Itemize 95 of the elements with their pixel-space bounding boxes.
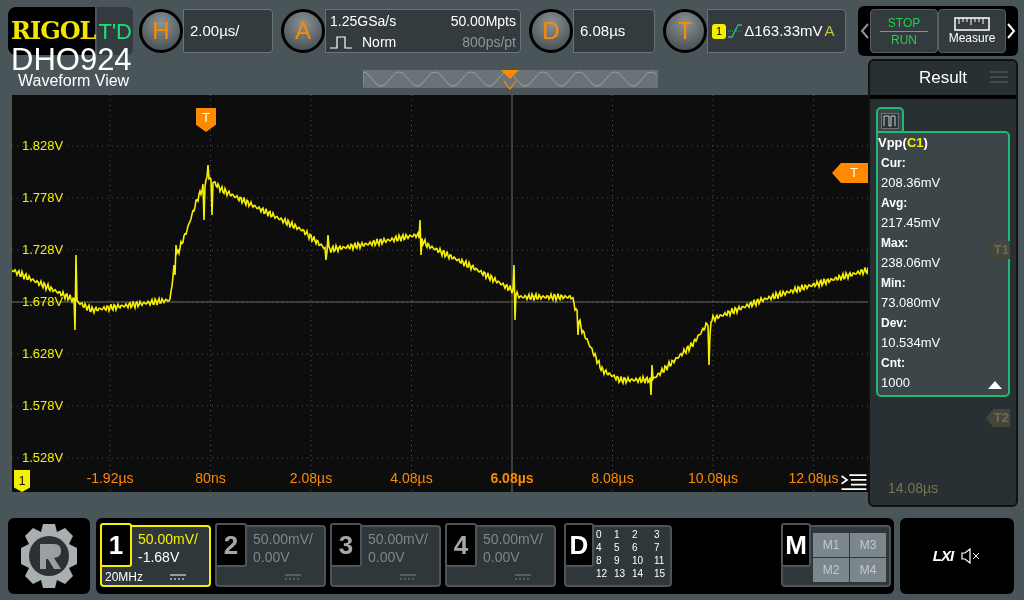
stat-value: 217.45mV <box>881 214 941 232</box>
time-label: 8.08µs <box>591 470 634 486</box>
bit-label: 8 <box>596 554 603 567</box>
bit-label: 2 <box>632 528 639 541</box>
bit-label: 10 <box>632 554 645 567</box>
digital-key: D <box>564 523 594 567</box>
channel-number: 3 <box>330 523 362 567</box>
lxi-label: LXI <box>932 545 954 566</box>
dc-coupling-icon <box>170 574 186 580</box>
bit-label: 14 <box>632 567 645 580</box>
acquire-box[interactable]: 1.25GSa/s 50.00Mpts Norm 800ps/pt <box>325 9 521 53</box>
time-label: 10.08µs <box>687 470 739 486</box>
time-label: 14.08µs <box>888 479 939 498</box>
sample-rate: 1.25GSa/s <box>330 11 398 30</box>
time-label: 4.08µs <box>390 470 433 486</box>
bit-label: 9 <box>614 554 621 567</box>
rising-edge-icon <box>728 24 743 38</box>
channel-scale: 50.00mV/ <box>483 531 543 547</box>
stat-value: 238.06mV <box>881 254 941 272</box>
channel-box[interactable]: 3 50.00mV/ 0.00V <box>330 525 441 587</box>
stat-label: Min: <box>881 275 906 292</box>
channel-box[interactable]: 4 50.00mV/ 0.00V <box>445 525 556 587</box>
channel-scale: 50.00mV/ <box>138 531 198 547</box>
stat-value: 10.534mV <box>881 334 941 352</box>
trigger-box[interactable]: 1 Δ163.33mVA <box>707 9 846 53</box>
voltage-label: 1.728V <box>22 243 64 257</box>
stat-label: Avg: <box>881 195 908 212</box>
voltage-label: 1.828V <box>22 139 64 153</box>
bandwidth-limit: 20MHz <box>105 570 143 584</box>
stop-run-button[interactable]: STOP RUN <box>870 9 938 53</box>
bit-label: 12 <box>596 567 609 580</box>
timebase-value: 2.00µs/ <box>190 20 240 41</box>
channel-box[interactable]: 1 50.00mV/ -1.68V 20MHz <box>100 525 211 587</box>
stat-label: Max: <box>881 235 909 252</box>
digital-channel-box[interactable]: D 0 1 2 3 4 5 6 7 8 9 10 11 12 13 14 15 <box>564 525 672 587</box>
channel-offset: -1.68V <box>138 549 180 565</box>
math-key: M <box>781 523 811 567</box>
resolution: 800ps/pt <box>461 32 516 51</box>
timebase-box[interactable]: 2.00µs/ <box>183 9 273 53</box>
bit-label: 1 <box>614 528 621 541</box>
bit-label: 13 <box>614 567 627 580</box>
dc-coupling-icon <box>285 574 301 580</box>
time-label: 80ns <box>195 470 226 486</box>
stat-label: Cnt: <box>881 355 905 372</box>
ruler-icon <box>954 17 990 31</box>
channel-box[interactable]: 2 50.00mV/ 0.00V <box>215 525 326 587</box>
time-label: 6.08µs <box>490 470 534 486</box>
measure-button[interactable]: Measure <box>938 9 1006 53</box>
stat-label: Dev: <box>881 315 907 332</box>
voltage-label: 1.678V <box>22 295 64 309</box>
voltage-label: 1.578V <box>22 399 64 413</box>
voltage-label: 1.528V <box>22 451 64 465</box>
voltage-label: 1.628V <box>22 347 64 361</box>
channel-offset: 0.00V <box>253 549 290 565</box>
stat-value: 208.36mV <box>881 174 941 192</box>
pulse-icon <box>881 113 899 129</box>
menu-icon[interactable] <box>840 471 868 492</box>
channel-scale: 50.00mV/ <box>368 531 428 547</box>
bit-label: 3 <box>654 528 661 541</box>
stat-label: Cur: <box>881 155 906 172</box>
time-label: 12.08µs <box>788 470 839 486</box>
brand-logo: RIGOL <box>11 19 96 43</box>
bit-label: 15 <box>654 567 667 580</box>
gear-logo-icon[interactable] <box>8 518 90 594</box>
channel-marker[interactable]: 1 <box>14 470 30 492</box>
trigger-source-badge: 1 <box>712 23 727 39</box>
delay-value: 6.08µs <box>580 20 626 41</box>
bit-label: 11 <box>654 554 666 567</box>
delay-box[interactable]: 6.08µs <box>573 9 655 53</box>
speaker-muted-icon[interactable] <box>961 548 982 564</box>
channel-number: 1 <box>100 523 132 567</box>
result-title: Result <box>918 67 968 90</box>
stat-value: 1000 <box>881 374 910 392</box>
dc-coupling-icon <box>515 574 531 580</box>
dc-coupling-icon <box>400 574 416 580</box>
bit-label: 7 <box>654 541 661 554</box>
time-label: -1.92µs <box>86 470 134 486</box>
bit-label: 5 <box>614 541 621 554</box>
channel-scale: 50.00mV/ <box>253 531 313 547</box>
collapse-arrow-icon[interactable] <box>988 381 1002 389</box>
acquire-mode: Norm <box>362 32 397 51</box>
time-label: 2.08µs <box>289 470 333 486</box>
bit-label: 4 <box>596 541 603 554</box>
channel-number: 2 <box>215 523 247 567</box>
memory-depth: 50.00Mpts <box>450 11 516 30</box>
trigger-level: Δ163.33mV <box>744 20 823 41</box>
trigger-coupling: A <box>824 20 835 41</box>
stat-value: 73.080mV <box>881 294 941 312</box>
channel-offset: 0.00V <box>368 549 405 565</box>
channel-offset: 0.00V <box>483 549 520 565</box>
channel-number: 4 <box>445 523 477 567</box>
measurement-name: Vpp(C1) <box>878 134 928 152</box>
bit-label: 6 <box>632 541 639 554</box>
bit-label: 0 <box>596 528 603 541</box>
voltage-label: 1.778V <box>22 191 64 205</box>
